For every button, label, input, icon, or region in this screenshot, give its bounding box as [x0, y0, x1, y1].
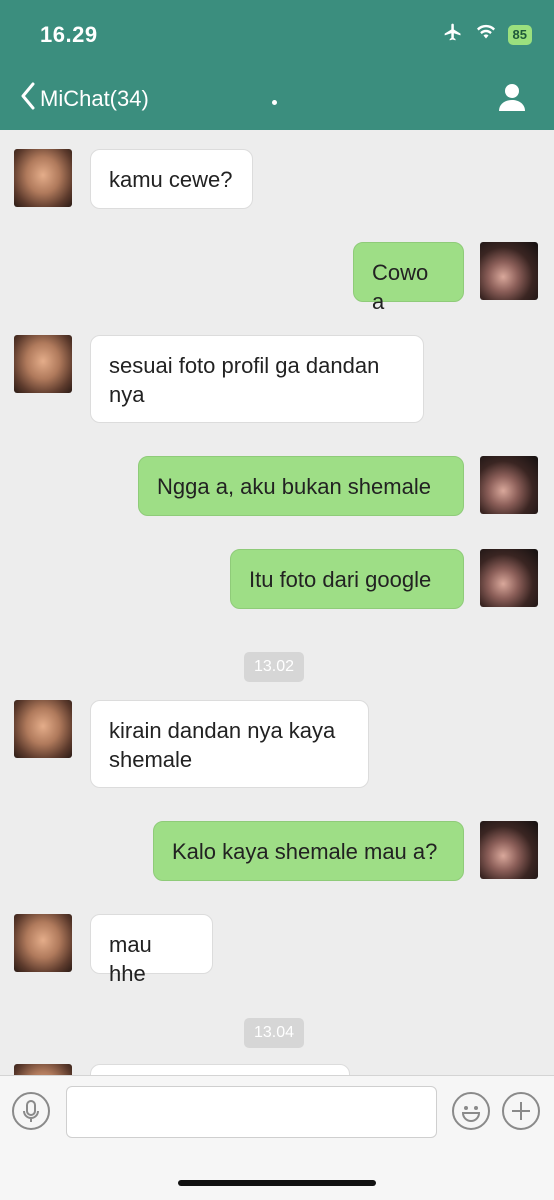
- contact-avatar[interactable]: [14, 335, 72, 393]
- status-icons: 85: [442, 22, 532, 47]
- back-button[interactable]: MiChat(34): [20, 82, 149, 115]
- contact-avatar[interactable]: [14, 1064, 72, 1075]
- status-time: 16.29: [40, 22, 98, 47]
- outgoing-message: Cowo a: [353, 242, 464, 314]
- title-dot: [272, 100, 277, 105]
- battery-icon: 85: [507, 24, 532, 45]
- chevron-left-icon: [20, 82, 36, 115]
- profile-button[interactable]: [498, 82, 526, 117]
- navigation-bar: MiChat(34): [0, 78, 554, 118]
- incoming-message: kirain dandan nya kaya shemale: [90, 700, 369, 788]
- incoming-message: sesuai foto profil ga dandan nya: [90, 335, 424, 423]
- contact-avatar[interactable]: [14, 914, 72, 972]
- outgoing-message: Itu foto dari google: [230, 549, 464, 609]
- contact-avatar[interactable]: [14, 700, 72, 758]
- incoming-message-partial: [90, 1064, 350, 1075]
- home-indicator: [178, 1180, 376, 1186]
- user-avatar[interactable]: [480, 821, 538, 879]
- wifi-icon: [476, 24, 496, 45]
- airplane-icon: [442, 22, 464, 47]
- user-avatar[interactable]: [480, 242, 538, 300]
- contact-avatar[interactable]: [14, 149, 72, 207]
- outgoing-message: Kalo kaya shemale mau a?: [153, 821, 464, 881]
- incoming-message: kamu cewe?: [90, 149, 253, 209]
- emoji-button[interactable]: [452, 1092, 490, 1130]
- person-icon: [498, 84, 526, 116]
- timestamp: 13.02: [244, 652, 305, 682]
- back-label: MiChat(34): [40, 85, 149, 111]
- user-avatar[interactable]: [480, 456, 538, 514]
- add-button[interactable]: [502, 1092, 540, 1130]
- app-header: 16.29 85 MiChat(34): [0, 0, 554, 130]
- message-input[interactable]: [66, 1086, 437, 1138]
- timestamp: 13.04: [244, 1018, 305, 1048]
- outgoing-message: Ngga a, aku bukan shemale: [138, 456, 464, 516]
- user-avatar[interactable]: [480, 549, 538, 607]
- voice-button[interactable]: [12, 1092, 50, 1130]
- chat-area[interactable]: kamu cewe? Cowo a sesuai foto profil ga …: [0, 130, 554, 1075]
- incoming-message: mau hhe: [90, 914, 213, 986]
